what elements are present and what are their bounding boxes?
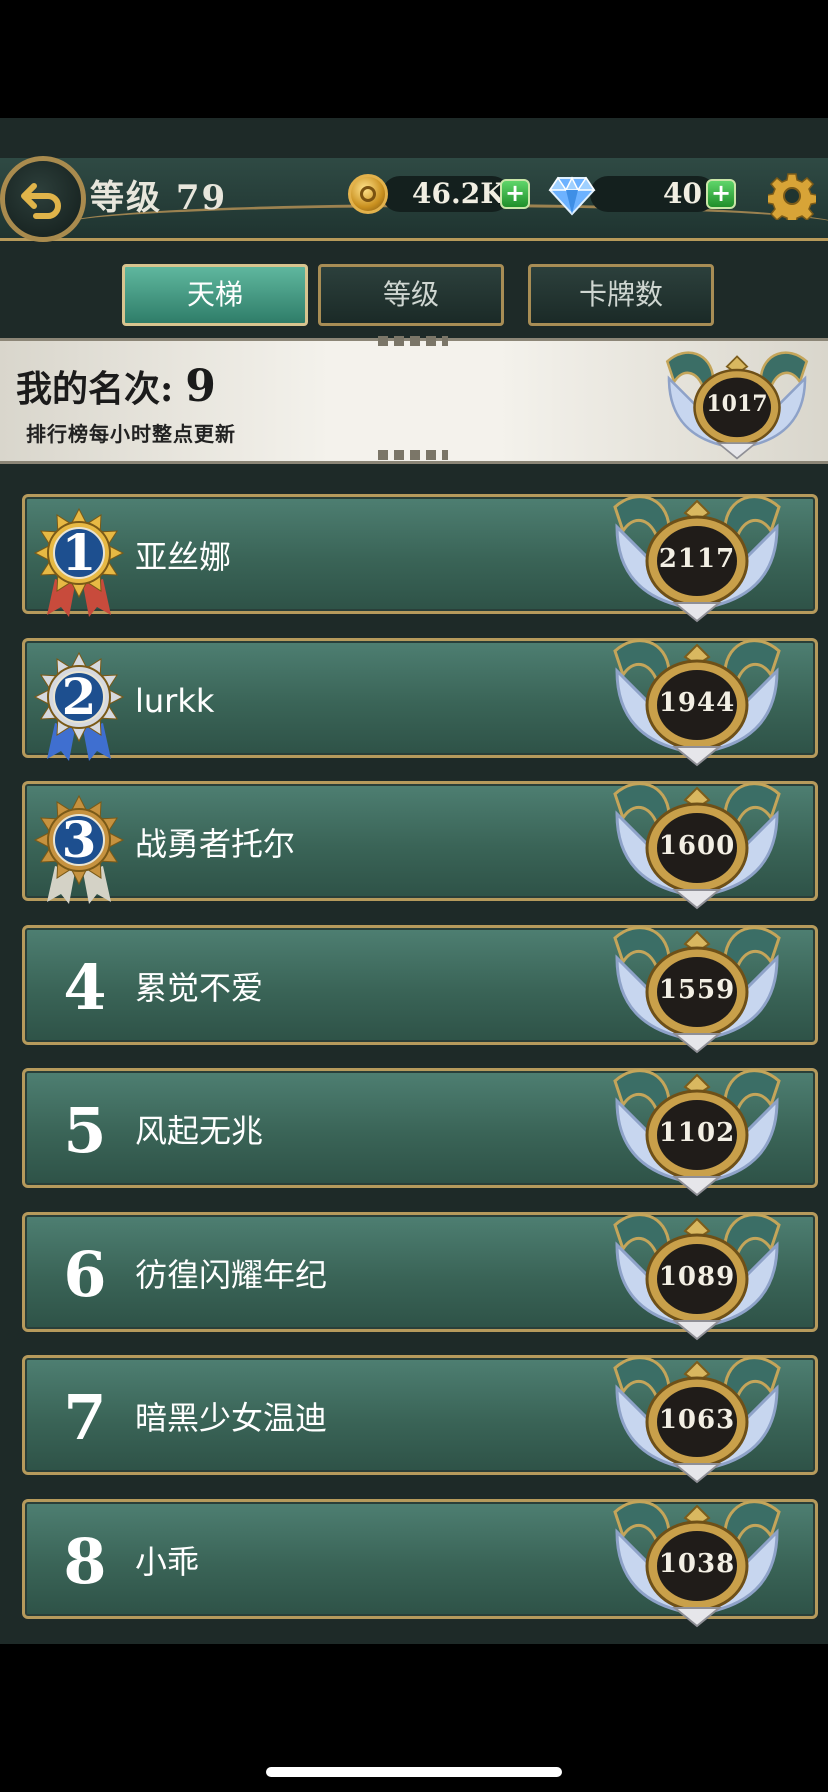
plus-icon: +: [710, 179, 732, 207]
player-name: 亚丝娜: [135, 538, 232, 576]
table-row[interactable]: 8 小乖 1038: [22, 1498, 818, 1627]
coin-icon: [348, 174, 388, 214]
rank-number: 3: [61, 810, 97, 869]
player-score: 1089: [658, 1261, 736, 1292]
table-row[interactable]: 5 风起无兆 1102: [22, 1068, 818, 1197]
player-name: 战勇者托尔: [135, 825, 296, 863]
player-name: 风起无兆: [135, 1112, 264, 1150]
tab-level[interactable]: 等级: [318, 264, 504, 326]
tab-card-count[interactable]: 卡牌数: [528, 264, 714, 326]
rank-number: 7: [63, 1381, 107, 1454]
player-level: 等级 79: [90, 178, 228, 218]
player-name: 小乖: [135, 1542, 200, 1581]
update-note: 排行榜每小时整点更新: [26, 422, 236, 446]
banner-ornament: [378, 450, 448, 460]
player-name: 暗黑少女温迪: [135, 1399, 328, 1437]
rank-number: 2: [61, 666, 97, 726]
table-row[interactable]: 3 战勇者托尔 1600: [22, 781, 818, 910]
player-name: 累觉不爱: [135, 968, 264, 1007]
coin-amount: 46.2K: [412, 177, 505, 210]
player-score: 1102: [658, 1118, 736, 1148]
player-score: 1038: [658, 1548, 736, 1579]
add-coins-button[interactable]: +: [500, 179, 530, 209]
banner-ornament: [378, 336, 448, 346]
player-score: 1600: [658, 831, 736, 861]
table-row[interactable]: 2 lurkk 1944: [22, 637, 818, 766]
player-score: 1944: [658, 687, 736, 718]
player-name: lurkk: [135, 681, 215, 720]
rank-number: 8: [63, 1524, 107, 1598]
back-button[interactable]: [0, 156, 86, 242]
gear-icon[interactable]: [768, 172, 816, 220]
player-score: 2117: [658, 544, 736, 574]
table-row[interactable]: 6 彷徨闪耀年纪 1089: [22, 1211, 818, 1340]
game-screen: 等级 79 46.2K + 40 + 天梯 等级 卡牌数 我的名次: 9 排行榜每…: [0, 118, 828, 1644]
table-row[interactable]: 1 亚丝娜 2117: [22, 494, 818, 623]
gem-amount: 40: [663, 177, 702, 210]
rank-number: 5: [63, 1094, 107, 1167]
my-rank-label: 我的名次:: [16, 368, 174, 410]
player-score: 1063: [658, 1405, 736, 1435]
rank-number: 1: [61, 523, 97, 582]
table-row[interactable]: 4 累觉不爱 1559: [22, 924, 818, 1053]
rank-number: 6: [63, 1237, 107, 1311]
table-row[interactable]: 7 暗黑少女温迪 1063: [22, 1355, 818, 1484]
my-score: 1017: [706, 391, 768, 417]
tab-ladder[interactable]: 天梯: [122, 264, 308, 326]
my-rank: 我的名次: 9: [16, 360, 216, 412]
my-rank-value: 9: [185, 361, 216, 412]
add-gems-button[interactable]: +: [706, 179, 736, 209]
rank-number: 4: [63, 950, 107, 1024]
player-score: 1559: [658, 974, 736, 1005]
back-arrow-icon: [21, 183, 61, 219]
diamond-icon: [548, 176, 596, 216]
home-indicator[interactable]: [266, 1767, 562, 1777]
plus-icon: +: [504, 179, 526, 207]
player-name: 彷徨闪耀年纪: [135, 1255, 328, 1294]
